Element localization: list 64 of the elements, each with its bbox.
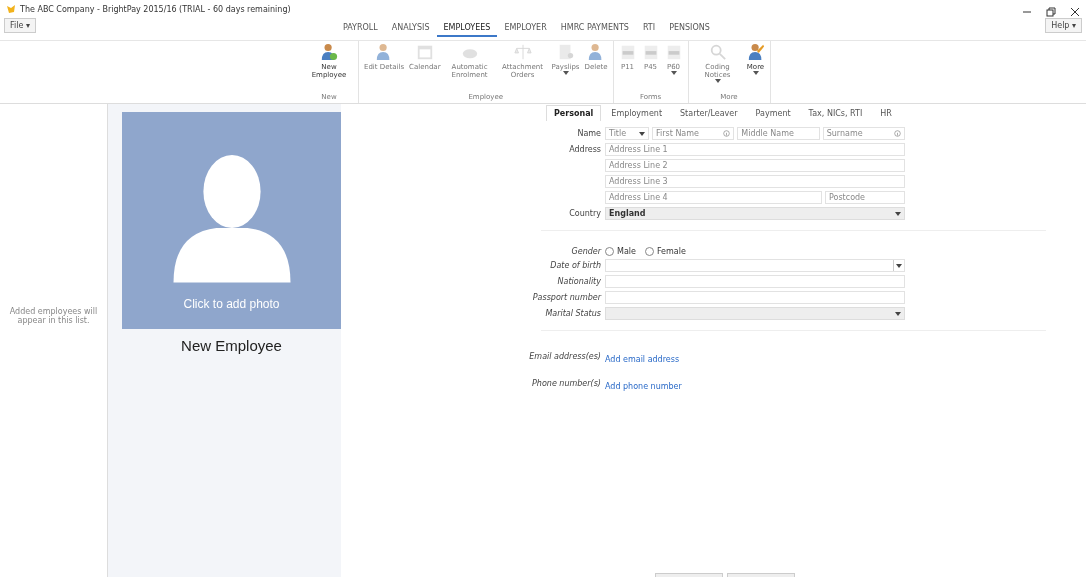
first-name-field[interactable]: First Name — [652, 127, 735, 140]
caret-icon — [895, 211, 901, 216]
person-tools-icon — [746, 43, 765, 61]
field-label: Gender — [570, 247, 601, 256]
employee-name: New Employee — [180, 337, 283, 354]
form-tab[interactable]: HR — [872, 105, 900, 121]
form-tab[interactable]: Personal — [546, 105, 602, 121]
address-field[interactable]: Address Line 2 — [605, 159, 905, 172]
caret-icon — [896, 263, 902, 268]
window-title: The ABC Company - BrightPay 2015/16 (TRIAL - 60 days remaining) — [20, 4, 291, 14]
field-label: Date of birth — [549, 261, 601, 270]
file-menu[interactable]: File ▾ — [4, 18, 36, 33]
surname-field[interactable]: Surname — [822, 127, 905, 140]
ribbon-tab[interactable]: ANALYSIS — [384, 20, 437, 37]
ribbon-tab[interactable]: EMPLOYER — [497, 20, 554, 37]
caret-icon — [670, 71, 677, 76]
ribbon-tab[interactable]: PAYROLL — [335, 20, 385, 37]
info-icon — [894, 130, 901, 137]
caret-icon — [714, 79, 721, 84]
form-tab[interactable]: Employment — [603, 105, 671, 121]
ribbon-tab[interactable]: EMPLOYEES — [436, 20, 498, 37]
close-icon[interactable] — [1070, 7, 1080, 17]
field-label: Name — [576, 129, 601, 138]
caret-icon — [639, 131, 645, 136]
field-label: Address — [568, 145, 601, 154]
ribbon-tab[interactable]: HMRC PAYMENTS — [553, 20, 636, 37]
field-label: Country — [568, 209, 601, 218]
date-field[interactable] — [605, 259, 905, 272]
title-select[interactable]: Title — [605, 127, 649, 140]
help-menu[interactable]: Help ▾ — [1045, 18, 1082, 33]
country-select[interactable]: England — [605, 207, 905, 220]
caret-icon — [895, 311, 901, 316]
caret-icon — [562, 71, 569, 76]
address-field[interactable]: Address Line 1 — [605, 143, 905, 156]
select-field[interactable] — [605, 307, 905, 320]
person-add-icon — [320, 43, 338, 61]
ribbon-tab[interactable]: RTI — [635, 20, 663, 37]
info-icon — [723, 130, 731, 137]
gender-radio[interactable]: Female — [644, 247, 686, 256]
empty-list-message: Added employees will appear in this list. — [8, 306, 99, 325]
middle-name-field[interactable]: Middle Name — [737, 127, 820, 140]
gender-radio[interactable]: Male — [605, 247, 636, 256]
add-link[interactable]: Add email address — [605, 355, 680, 364]
restore-icon[interactable] — [1046, 7, 1056, 17]
field-label: Marital Status — [544, 309, 601, 318]
field-label: Email address(es) — [528, 352, 601, 361]
field-label: Passport number — [531, 293, 601, 302]
calendar-icon — [415, 43, 434, 61]
add-link[interactable]: Add phone number — [605, 382, 682, 391]
postcode-field[interactable]: Postcode — [825, 191, 905, 204]
field-label: Phone number(s) — [531, 379, 601, 388]
form-tab[interactable]: Tax, NICs, RTI — [800, 105, 871, 121]
text-field[interactable] — [605, 291, 905, 304]
address-field[interactable]: Address Line 3 — [605, 175, 905, 188]
text-field[interactable] — [605, 275, 905, 288]
app-icon — [6, 4, 16, 14]
scales-icon — [513, 43, 532, 61]
field-label: Nationality — [556, 277, 601, 286]
address-field[interactable]: Address Line 4 — [605, 191, 822, 204]
ribbon-tab[interactable]: PENSIONS — [662, 20, 717, 37]
form-tab[interactable]: Starter/Leaver — [672, 105, 746, 121]
caret-icon — [752, 71, 759, 76]
form-tab[interactable]: Payment — [747, 105, 799, 121]
magnifier-icon — [708, 43, 727, 61]
